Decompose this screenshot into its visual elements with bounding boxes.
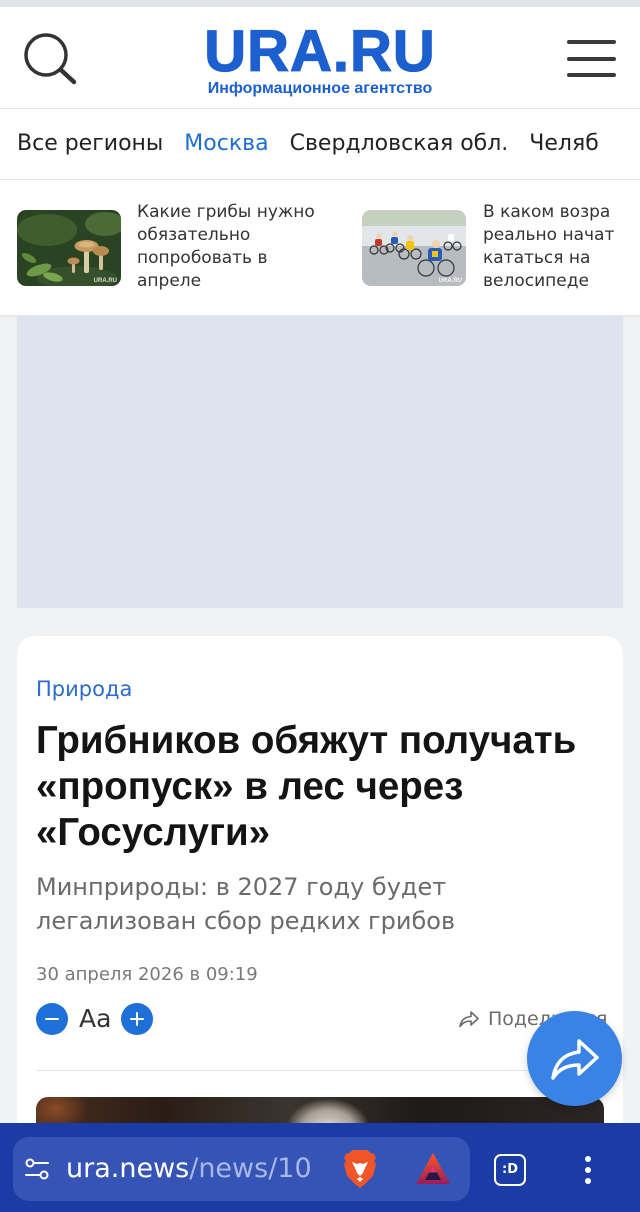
featured-title[interactable]: Какие грибы нужно обязательно попробоват… xyxy=(137,201,315,293)
image-watermark: URA.RU xyxy=(94,278,117,284)
region-tab-moscow[interactable]: Москва xyxy=(184,109,268,179)
article-subtitle: Минприроды: в 2027 году будет легализова… xyxy=(36,873,456,935)
dot xyxy=(585,1156,591,1162)
featured-strip: URA.RU Какие грибы нужно обязательно поп… xyxy=(0,180,640,315)
hamburger-menu-icon[interactable] xyxy=(567,40,616,77)
dot xyxy=(585,1167,591,1173)
divider xyxy=(36,1070,604,1071)
featured-title-line: реально начат xyxy=(483,225,615,245)
dot xyxy=(585,1178,591,1184)
article-date: 30 апреля 2026 в 09:19 xyxy=(36,964,258,985)
featured-image-cyclists[interactable]: URA.RU xyxy=(362,210,466,286)
plus-bar xyxy=(135,1012,139,1026)
plus-circle-icon[interactable] xyxy=(121,1003,153,1035)
ad-placeholder xyxy=(17,315,623,608)
minus-circle-icon[interactable] xyxy=(36,1003,68,1035)
region-tab-chelyabinsk[interactable]: Челяб xyxy=(529,109,598,179)
image-watermark: URA.RU xyxy=(439,278,462,284)
featured-title-line: кататься на xyxy=(483,248,591,268)
floating-share-button[interactable] xyxy=(527,1011,622,1106)
share-arrow-icon xyxy=(551,1039,599,1080)
regions-nav: Все регионы Москва Свердловская обл. Чел… xyxy=(0,109,640,180)
address-bar[interactable]: ura.news/news/10 xyxy=(13,1137,470,1201)
featured-title[interactable]: В каком возра реально начат кататься на … xyxy=(483,201,614,293)
menu-line xyxy=(567,73,616,77)
tune-icon[interactable] xyxy=(24,1156,50,1182)
font-size-label: Aa xyxy=(79,1004,112,1033)
url-text[interactable]: ura.news/news/10 xyxy=(66,1137,323,1201)
url-path: /news/10 xyxy=(189,1153,312,1184)
minus-bar xyxy=(45,1017,59,1021)
regions-scroller[interactable]: Все регионы Москва Свердловская обл. Чел… xyxy=(0,109,624,179)
site-logo-subtitle: Информационное агентство xyxy=(207,80,433,97)
site-logo[interactable]: URA.RU xyxy=(0,22,640,81)
region-tab-all[interactable]: Все регионы xyxy=(17,109,163,179)
featured-title-line: апреле xyxy=(137,271,202,291)
featured-scroller[interactable]: URA.RU Какие грибы нужно обязательно поп… xyxy=(0,180,624,315)
region-tab-sverdlovsk[interactable]: Свердловская обл. xyxy=(290,109,509,179)
vertical-dots-icon[interactable] xyxy=(582,1156,594,1184)
featured-title-line: Какие грибы нужно xyxy=(137,202,315,222)
top-status-strip xyxy=(0,0,640,7)
tabs-icon[interactable]: :D xyxy=(494,1154,526,1186)
article-headline: Грибников обяжут получать «пропуск» в ле… xyxy=(36,719,577,854)
bat-triangle-icon[interactable] xyxy=(415,1152,451,1186)
article-rubric[interactable]: Природа xyxy=(36,676,132,702)
featured-title-line: попробовать в xyxy=(137,248,268,268)
share-arrow-icon xyxy=(459,1011,479,1028)
featured-title-line: В каком возра xyxy=(483,202,611,222)
menu-line xyxy=(567,40,616,44)
featured-image-mushrooms[interactable]: URA.RU xyxy=(17,210,121,286)
featured-title-line: велосипеде xyxy=(483,271,589,291)
menu-line xyxy=(567,56,616,61)
browser-bottom-bar: ura.news/news/10 :D xyxy=(0,1123,640,1212)
featured-title-line: обязательно xyxy=(137,225,251,245)
url-host: ura.news xyxy=(66,1153,190,1184)
site-header: URA.RU Информационное агентство xyxy=(0,7,640,109)
brave-lion-icon[interactable] xyxy=(343,1149,377,1189)
